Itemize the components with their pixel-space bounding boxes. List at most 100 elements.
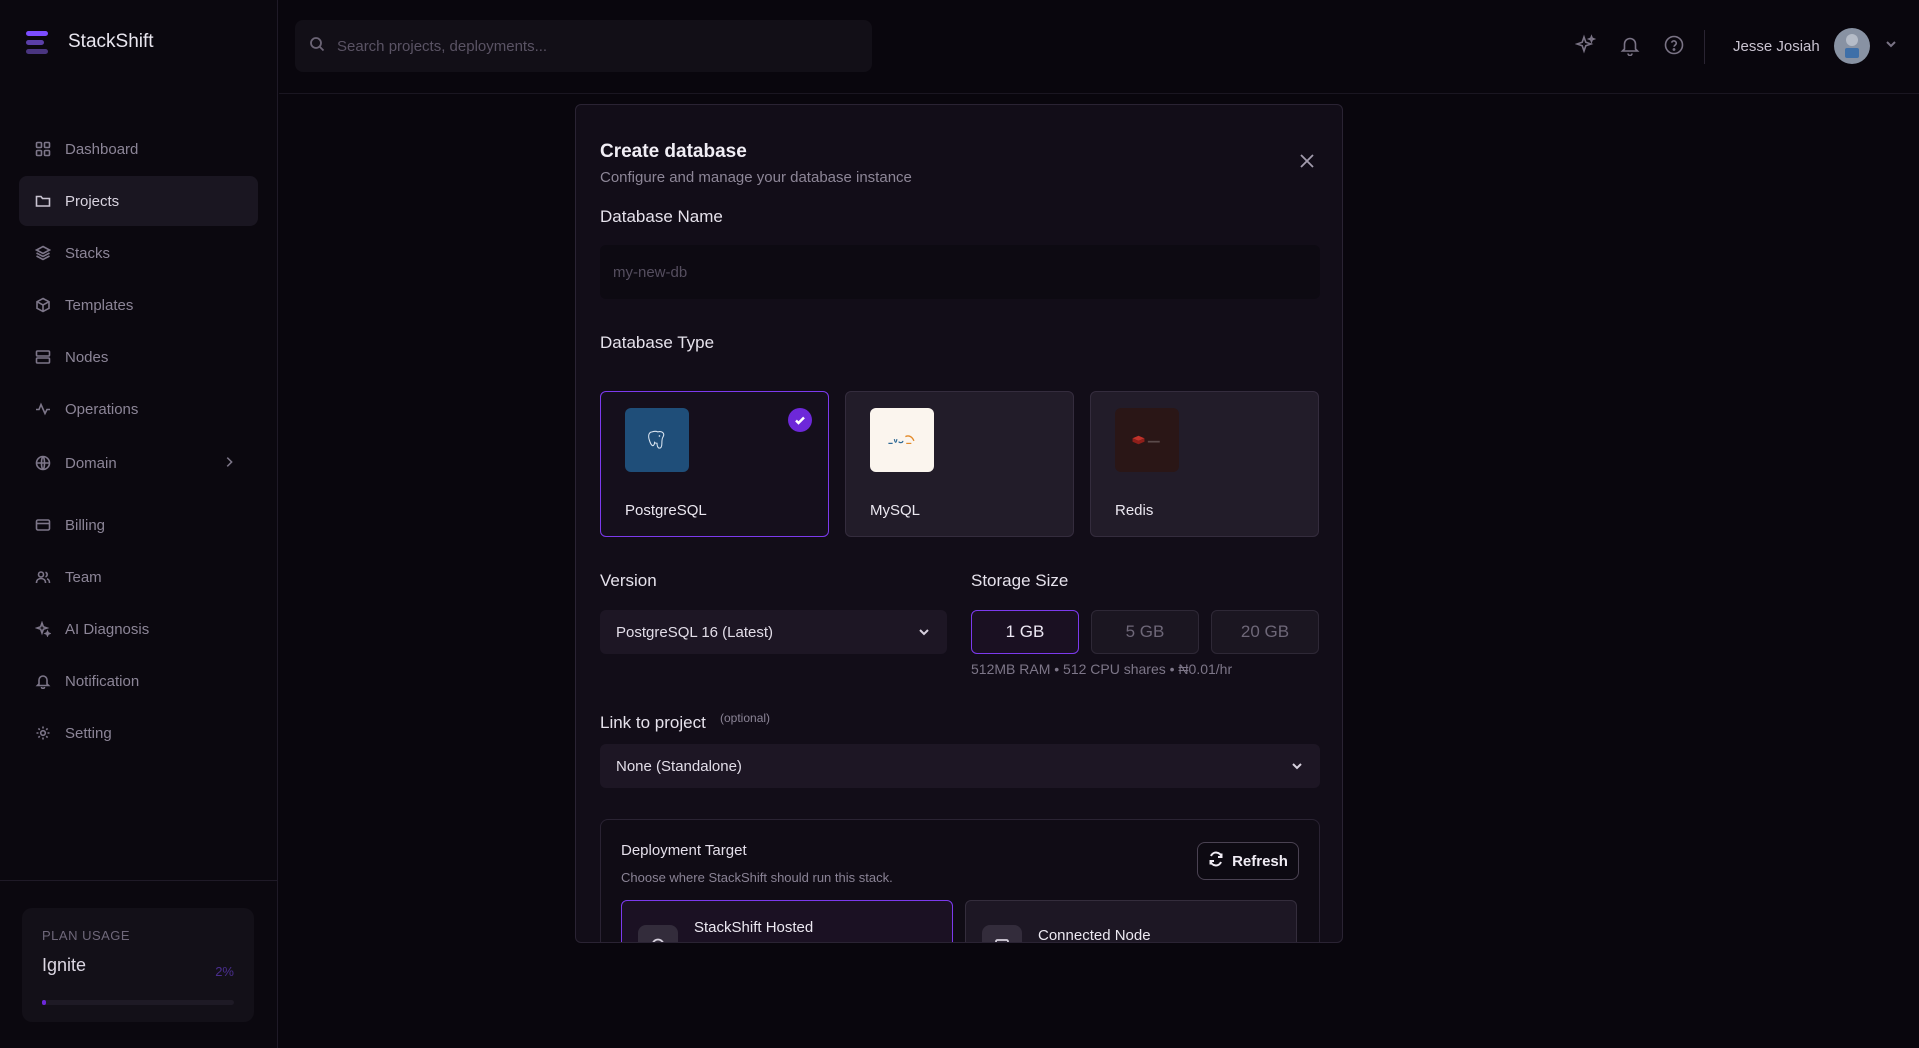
db-type-name: MySQL (870, 502, 921, 519)
header-separator (1704, 30, 1705, 64)
db-type-redis[interactable]: Redis (1090, 391, 1319, 537)
redis-logo-icon (1115, 408, 1179, 472)
globe-icon (35, 455, 51, 471)
database-type-label: Database Type (600, 333, 715, 352)
sidebar-item-label: Notification (65, 672, 140, 690)
credit-card-icon (35, 517, 51, 533)
database-name-input[interactable] (600, 245, 1320, 299)
brand-name: StackShift (68, 31, 154, 52)
target-option-name: StackShift Hosted (694, 919, 814, 936)
search-input[interactable] (337, 37, 837, 55)
sidebar-nav: Dashboard Projects Stacks Templates Node… (19, 124, 258, 758)
deployment-target-section: Deployment Target Choose where StackShif… (600, 819, 1320, 943)
sidebar-item-label: Nodes (65, 348, 109, 366)
refresh-label: Refresh (1232, 852, 1288, 870)
plan-usage-bar (42, 1000, 234, 1005)
chevron-down-icon[interactable] (1884, 37, 1898, 56)
avatar[interactable] (1833, 28, 1870, 64)
folder-icon (35, 193, 51, 209)
sidebar-item-billing[interactable]: Billing (19, 500, 258, 550)
sidebar-item-setting[interactable]: Setting (19, 708, 258, 758)
target-stackshift-hosted[interactable]: StackShift Hosted (621, 900, 953, 942)
sidebar-item-label: Team (65, 568, 102, 586)
chevron-down-icon (917, 625, 931, 643)
sparkles-icon[interactable] (1574, 34, 1597, 61)
sidebar-item-dashboard[interactable]: Dashboard (19, 124, 258, 174)
server-icon (35, 349, 51, 365)
cloud-icon (638, 925, 678, 942)
optional-tag: (optional) (720, 711, 771, 725)
sidebar-item-label: AI Diagnosis (65, 620, 150, 638)
database-name-label: Database Name (600, 207, 723, 226)
chevron-right-icon (222, 455, 236, 473)
sidebar-item-label: Dashboard (65, 140, 139, 158)
users-icon (35, 569, 51, 585)
version-select-value: PostgreSQL 16 (Latest) (616, 623, 774, 641)
bell-icon (35, 673, 51, 689)
plan-usage-label: PLAN USAGE (42, 928, 131, 943)
sidebar-item-projects[interactable]: Projects (19, 176, 258, 226)
project-select[interactable]: None (Standalone) (600, 744, 1320, 788)
sidebar-item-domain[interactable]: Domain (19, 438, 258, 488)
header-actions (1574, 34, 1685, 61)
plan-name: Ignite (42, 955, 87, 975)
sidebar-item-stacks[interactable]: Stacks (19, 228, 258, 278)
db-type-mysql[interactable]: MySQL (845, 391, 1074, 537)
sidebar-item-label: Domain (65, 454, 117, 472)
sidebar-item-operations[interactable]: Operations (19, 384, 258, 434)
db-type-name: PostgreSQL (625, 502, 707, 519)
storage-20gb-button[interactable]: 20 GB (1211, 610, 1319, 654)
refresh-button[interactable]: Refresh (1197, 842, 1299, 880)
mysql-logo-icon (870, 408, 934, 472)
db-type-name: Redis (1115, 502, 1154, 519)
sidebar-item-nodes[interactable]: Nodes (19, 332, 258, 382)
sidebar-item-label: Setting (65, 724, 112, 742)
gear-icon (35, 725, 51, 741)
box-icon (35, 297, 51, 313)
link-project-label: Link to project (600, 713, 706, 732)
sidebar-item-ai-diagnosis[interactable]: AI Diagnosis (19, 604, 258, 654)
grid-icon (35, 141, 51, 157)
sidebar-item-label: Templates (65, 296, 134, 314)
sidebar-item-notification[interactable]: Notification (19, 656, 258, 706)
sparkles-icon (35, 621, 51, 637)
storage-5gb-button[interactable]: 5 GB (1091, 610, 1199, 654)
storage-1gb-button[interactable]: 1 GB (971, 610, 1079, 654)
version-select[interactable]: PostgreSQL 16 (Latest) (600, 610, 947, 654)
deployment-target-title: Deployment Target (621, 842, 747, 859)
storage-info: 512MB RAM • 512 CPU shares • ₦0.01/hr (971, 661, 1233, 677)
server-icon (982, 925, 1022, 942)
modal-title: Create database (600, 141, 747, 162)
top-header: Jesse Josiah (279, 0, 1919, 94)
chevron-down-icon (1290, 759, 1304, 777)
help-icon[interactable] (1663, 34, 1685, 61)
search-icon (309, 36, 325, 57)
db-type-postgresql[interactable]: PostgreSQL (600, 391, 829, 537)
check-icon (788, 408, 812, 432)
sidebar-item-templates[interactable]: Templates (19, 280, 258, 330)
plan-usage-card[interactable]: PLAN USAGE Ignite 2% (22, 908, 254, 1022)
create-database-modal: Create database Configure and manage you… (575, 104, 1343, 943)
refresh-icon (1208, 851, 1224, 871)
search-bar[interactable] (295, 20, 872, 72)
close-icon[interactable] (1297, 151, 1317, 171)
storage-size-label: Storage Size (971, 571, 1069, 590)
user-menu[interactable]: Jesse Josiah (1733, 28, 1898, 64)
sidebar-item-team[interactable]: Team (19, 552, 258, 602)
layers-icon (35, 245, 51, 261)
bell-icon[interactable] (1619, 34, 1641, 61)
target-option-name: Connected Node (1038, 927, 1151, 943)
stackshift-logo-icon (24, 28, 52, 56)
activity-icon (35, 401, 51, 417)
brand[interactable]: StackShift (24, 28, 154, 56)
deployment-target-subtitle: Choose where StackShift should run this … (621, 870, 893, 885)
version-label: Version (600, 571, 657, 590)
modal-subtitle: Configure and manage your database insta… (600, 169, 912, 186)
sidebar-divider (0, 880, 278, 881)
plan-usage-fill (42, 1000, 46, 1005)
postgresql-logo-icon (625, 408, 689, 472)
plan-usage-percent: 2% (215, 964, 234, 979)
project-select-value: None (Standalone) (616, 757, 742, 775)
sidebar: StackShift Dashboard Projects Stacks Tem… (0, 0, 278, 1048)
target-connected-node[interactable]: Connected Node (965, 900, 1297, 943)
